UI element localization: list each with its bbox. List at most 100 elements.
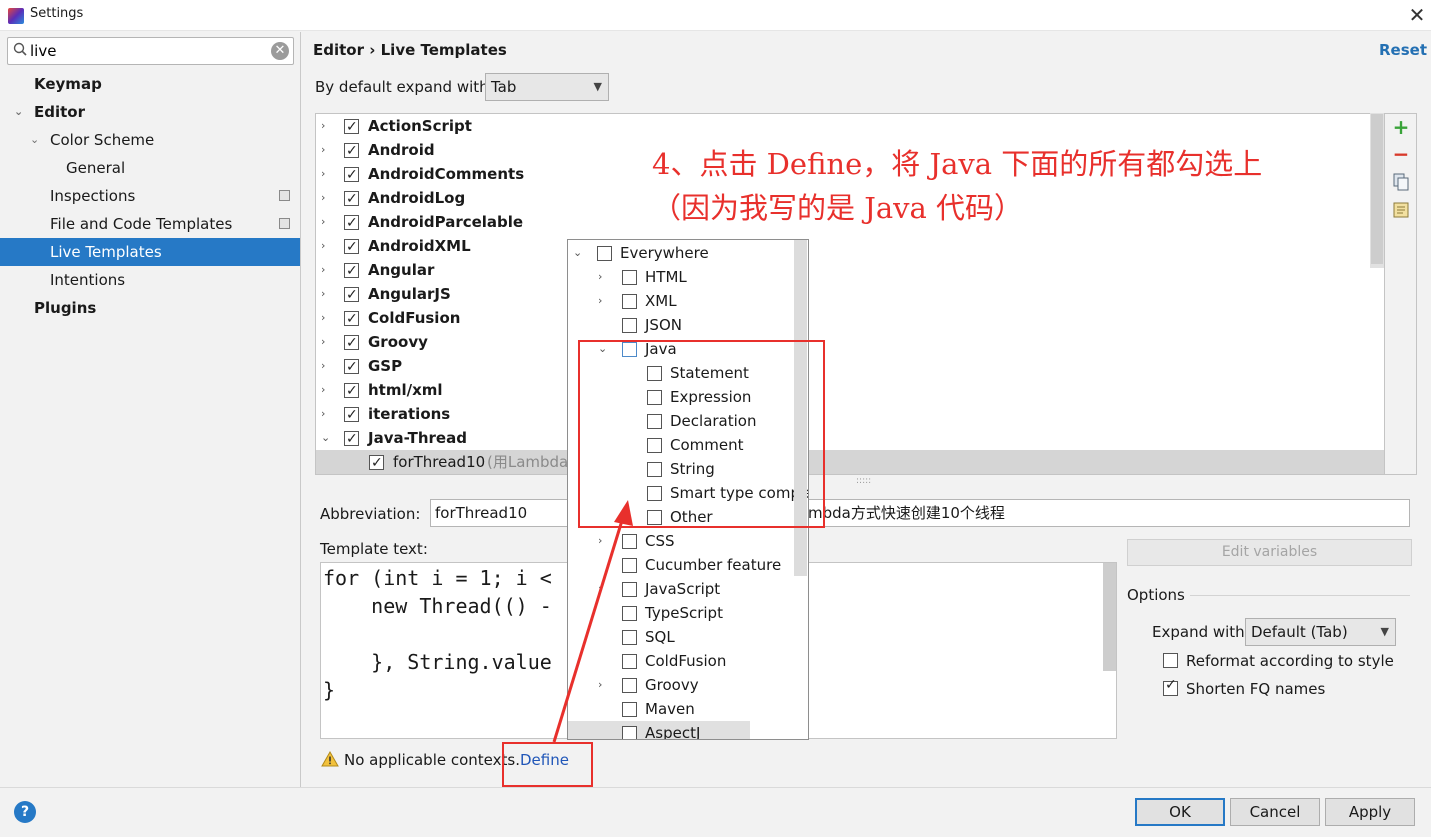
- tree-scrollbar-thumb[interactable]: [1371, 114, 1383, 264]
- title-bar: Settings ✕: [0, 0, 1431, 31]
- expand-with-select[interactable]: Default (Tab) ▼: [1245, 618, 1396, 646]
- sidebar-item-inspections[interactable]: Inspections: [0, 182, 300, 210]
- sidebar-item-file-templates[interactable]: File and Code Templates: [0, 210, 300, 238]
- expand-with-label: Expand with: [1152, 623, 1245, 641]
- template-name: forThread10: [393, 453, 486, 471]
- shorten-fq-checkbox[interactable]: [1163, 677, 1178, 696]
- tree-group-row[interactable]: ⌄Java-Thread: [316, 426, 1384, 451]
- expand-default-value: Tab: [491, 78, 517, 96]
- group-checkbox[interactable]: [344, 283, 359, 307]
- tree-group-row[interactable]: ›html/xml: [316, 378, 1384, 403]
- shorten-fq-label: Shorten FQ names: [1186, 680, 1326, 698]
- notes-icon[interactable]: [1391, 200, 1411, 220]
- reformat-checkbox[interactable]: [1163, 653, 1178, 668]
- reset-link[interactable]: Reset: [1379, 41, 1427, 59]
- chevron-down-icon[interactable]: ⌄: [30, 126, 39, 154]
- splitter-handle[interactable]: :::::: [856, 476, 871, 486]
- template-toolbar: + −: [1385, 113, 1417, 475]
- search-box[interactable]: ✕: [7, 37, 294, 65]
- tree-group-row[interactable]: ›AngularJS: [316, 282, 1384, 307]
- context-checkbox[interactable]: [622, 270, 637, 285]
- sidebar-item-label: Inspections: [50, 187, 136, 205]
- context-checkbox[interactable]: [622, 318, 637, 333]
- apply-button[interactable]: Apply: [1325, 798, 1415, 826]
- group-checkbox[interactable]: [344, 139, 359, 163]
- template-checkbox[interactable]: [369, 451, 384, 474]
- sidebar-item-keymap[interactable]: Keymap: [0, 70, 300, 98]
- group-checkbox[interactable]: [344, 115, 359, 139]
- project-scope-icon: [279, 190, 290, 201]
- group-checkbox[interactable]: [344, 235, 359, 259]
- close-icon[interactable]: ✕: [1404, 2, 1430, 28]
- warning-text: No applicable contexts.: [344, 751, 520, 769]
- help-icon[interactable]: ?: [14, 801, 36, 823]
- sidebar-item-intentions[interactable]: Intentions: [0, 266, 300, 294]
- group-checkbox[interactable]: [344, 259, 359, 283]
- template-text-label: Template text:: [320, 540, 428, 558]
- sidebar-item-label: Color Scheme: [50, 131, 155, 149]
- options-divider: [1190, 595, 1410, 596]
- group-checkbox[interactable]: [344, 163, 359, 187]
- chevron-down-icon: ▼: [1380, 625, 1389, 638]
- search-icon: [13, 42, 27, 56]
- expand-default-select[interactable]: Tab ▼: [485, 73, 609, 101]
- group-checkbox[interactable]: [344, 211, 359, 235]
- search-input[interactable]: [30, 40, 270, 62]
- group-checkbox[interactable]: [344, 355, 359, 379]
- tree-group-row[interactable]: ›ActionScript: [316, 114, 1384, 139]
- code-line: }, String.value: [323, 650, 552, 674]
- code-line: }: [323, 678, 336, 702]
- context-row[interactable]: › XML: [568, 289, 808, 313]
- group-checkbox[interactable]: [344, 187, 359, 211]
- context-row[interactable]: JSON: [568, 313, 808, 337]
- add-icon[interactable]: +: [1391, 117, 1411, 137]
- annotation-arrow: [552, 500, 633, 743]
- sidebar-item-label: General: [66, 159, 126, 177]
- group-checkbox[interactable]: [344, 331, 359, 355]
- warning-icon: [321, 751, 339, 767]
- reformat-label: Reformat according to style: [1186, 652, 1394, 670]
- edit-variables-button[interactable]: Edit variables: [1127, 539, 1412, 566]
- tree-template-row-selected[interactable]: forThread10 (用Lambda方: [316, 450, 1384, 474]
- group-checkbox[interactable]: [344, 307, 359, 331]
- chevron-down-icon: ▼: [593, 80, 602, 93]
- code-line: for (int i = 1; i <: [323, 566, 552, 590]
- context-row[interactable]: › HTML: [568, 265, 808, 289]
- clear-icon[interactable]: ✕: [271, 42, 289, 60]
- sidebar-item-general[interactable]: General: [0, 154, 300, 182]
- abbreviation-label: Abbreviation:: [320, 505, 421, 523]
- ok-button[interactable]: OK: [1135, 798, 1225, 826]
- group-checkbox[interactable]: [344, 427, 359, 451]
- tree-group-row[interactable]: ›iterations: [316, 402, 1384, 427]
- sidebar-item-plugins[interactable]: Plugins: [0, 294, 300, 322]
- expand-default-label: By default expand with: [315, 78, 489, 96]
- group-checkbox[interactable]: [344, 403, 359, 427]
- copy-icon[interactable]: [1391, 172, 1411, 192]
- description-input[interactable]: mbda方式快速创建10个线程: [808, 499, 1410, 527]
- sidebar-item-label: Plugins: [34, 299, 97, 317]
- context-checkbox[interactable]: [597, 246, 612, 261]
- tree-group-row[interactable]: ›Groovy: [316, 330, 1384, 355]
- context-checkbox[interactable]: [622, 294, 637, 309]
- sidebar-item-editor[interactable]: ⌄ Editor: [0, 98, 300, 126]
- tree-group-row[interactable]: ›ColdFusion: [316, 306, 1384, 331]
- project-scope-icon: [279, 218, 290, 229]
- options-title: Options: [1127, 586, 1185, 604]
- annotation-text: 4、点击 Define，将 Java 下面的所有都勾选上 （因为我写的是 Jav…: [652, 147, 1263, 225]
- tree-group-row[interactable]: ›GSP: [316, 354, 1384, 379]
- breadcrumb: Editor › Live Templates: [313, 41, 507, 59]
- cancel-button[interactable]: Cancel: [1230, 798, 1320, 826]
- sidebar-item-label: File and Code Templates: [50, 215, 233, 233]
- remove-icon[interactable]: −: [1391, 144, 1411, 164]
- sidebar-item-color-scheme[interactable]: ⌄ Color Scheme: [0, 126, 300, 154]
- tree-group-row[interactable]: ›Angular: [316, 258, 1384, 283]
- app-icon: [8, 8, 24, 24]
- code-scrollbar[interactable]: [1103, 563, 1116, 671]
- group-checkbox[interactable]: [344, 379, 359, 403]
- context-row[interactable]: ⌄ Everywhere: [568, 241, 808, 265]
- expand-with-value: Default (Tab): [1251, 623, 1348, 641]
- tree-group-row[interactable]: ›AndroidXML: [316, 234, 1384, 259]
- window-title: Settings: [30, 6, 84, 21]
- chevron-down-icon[interactable]: ⌄: [14, 98, 23, 126]
- sidebar-item-live-templates[interactable]: Live Templates: [0, 238, 300, 266]
